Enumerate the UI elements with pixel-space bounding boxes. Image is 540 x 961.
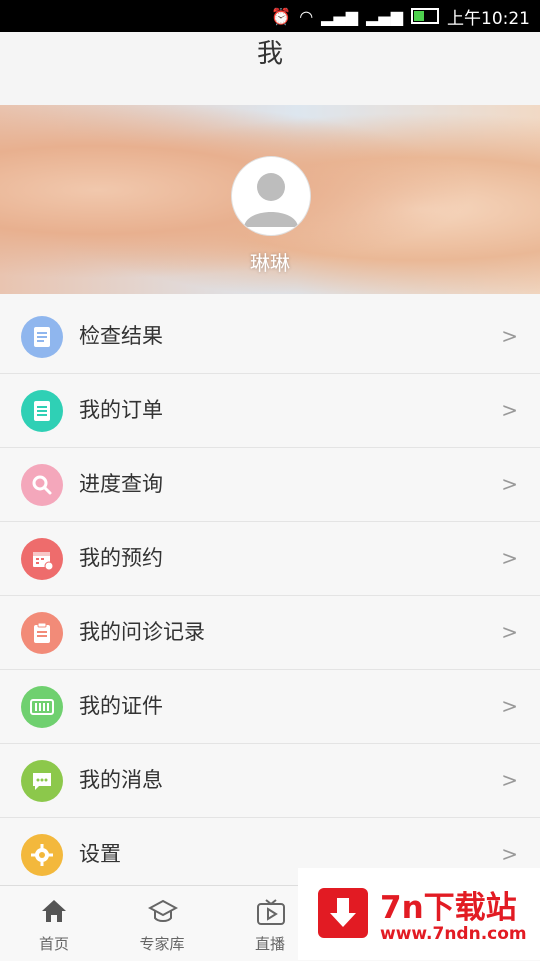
profile-menu: 检查结果 > 我的订单 > 进度查询 > 我的预约 > 我的问诊记录 > 我的证 — [0, 300, 540, 892]
alarm-icon: ⏰ — [271, 6, 292, 26]
menu-item-check-results[interactable]: 检查结果 > — [0, 300, 540, 374]
tv-play-icon — [257, 899, 285, 925]
user-avatar-icon — [244, 173, 298, 227]
tab-experts[interactable]: 专家库 — [108, 886, 216, 961]
battery-icon — [411, 8, 439, 24]
tab-home[interactable]: 首页 — [0, 886, 108, 961]
chevron-right-icon: > — [501, 694, 518, 718]
home-icon — [42, 900, 66, 922]
message-icon — [21, 760, 63, 802]
page-title: 我 — [256, 39, 283, 69]
avatar[interactable] — [231, 156, 311, 236]
username: 琳琳 — [250, 251, 290, 275]
wifi-icon: ◠ — [299, 6, 314, 26]
chevron-right-icon: > — [501, 768, 518, 792]
graduation-cap-icon — [148, 899, 178, 922]
gear-icon — [21, 834, 63, 876]
search-icon — [21, 464, 63, 506]
status-time: 上午10:21 — [447, 8, 530, 29]
watermark: 7n下载站 www.7ndn.com — [298, 868, 540, 960]
chevron-right-icon: > — [501, 324, 518, 348]
signal-icon: ▂▄▆ — [321, 6, 359, 26]
calendar-icon — [21, 538, 63, 580]
menu-item-my-documents[interactable]: 我的证件 > — [0, 670, 540, 744]
menu-label: 我的问诊记录 — [79, 620, 205, 644]
download-arrow-icon — [318, 888, 368, 938]
report-icon — [21, 316, 63, 358]
status-bar: ⏰ ◠ ▂▄▆ ▂▄▆ 上午10:21 — [0, 0, 540, 32]
menu-label: 检查结果 — [79, 324, 163, 348]
menu-item-my-appointments[interactable]: 我的预约 > — [0, 522, 540, 596]
chevron-right-icon: > — [501, 398, 518, 422]
menu-item-progress-query[interactable]: 进度查询 > — [0, 448, 540, 522]
chevron-right-icon: > — [501, 472, 518, 496]
menu-label: 我的订单 — [79, 398, 163, 422]
tab-label: 专家库 — [139, 935, 185, 953]
menu-item-my-messages[interactable]: 我的消息 > — [0, 744, 540, 818]
clipboard-icon — [21, 612, 63, 654]
menu-label: 我的消息 — [79, 768, 163, 792]
chevron-right-icon: > — [501, 620, 518, 644]
menu-item-consultation-records[interactable]: 我的问诊记录 > — [0, 596, 540, 670]
menu-label: 设置 — [79, 842, 121, 866]
watermark-title: 7n下载站 — [380, 890, 517, 926]
tab-label: 首页 — [38, 935, 69, 953]
order-icon — [21, 390, 63, 432]
page-header: 我 — [0, 32, 540, 106]
status-icons: ⏰ ◠ ▂▄▆ ▂▄▆ 上午10:21 — [271, 0, 530, 32]
menu-item-my-orders[interactable]: 我的订单 > — [0, 374, 540, 448]
menu-label: 我的预约 — [79, 546, 163, 570]
id-card-icon — [21, 686, 63, 728]
menu-label: 我的证件 — [79, 694, 163, 718]
signal-icon-2: ▂▄▆ — [366, 6, 403, 26]
watermark-url: www.7ndn.com — [380, 924, 527, 944]
menu-label: 进度查询 — [79, 472, 163, 496]
chevron-right-icon: > — [501, 546, 518, 570]
